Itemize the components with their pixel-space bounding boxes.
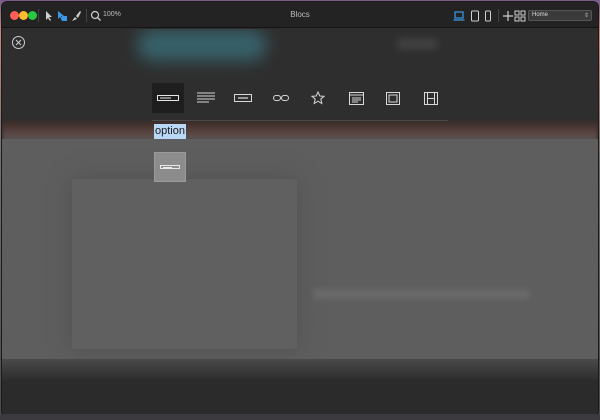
- category-button[interactable]: [227, 83, 259, 113]
- brush-icon[interactable]: [70, 10, 82, 22]
- image-icon: [386, 91, 400, 105]
- chevron-updown-icon: ⇕: [583, 13, 589, 19]
- toolbar-separator: [498, 9, 499, 22]
- minimize-window-button[interactable]: [19, 11, 28, 20]
- blurred-background: [137, 29, 267, 61]
- blurred-background: [397, 39, 437, 49]
- app-window: 100% Blocs Home ⇕ option: [2, 2, 598, 416]
- category-image[interactable]: [377, 83, 409, 113]
- tablet-icon[interactable]: [469, 10, 481, 22]
- blurred-background: [72, 179, 297, 349]
- toolbar-separator: [38, 9, 39, 22]
- toolbar-separator: [86, 9, 87, 22]
- zoom-window-button[interactable]: [28, 11, 37, 20]
- canvas-overlay: option: [2, 29, 598, 416]
- grid-icon[interactable]: [514, 10, 526, 22]
- add-icon[interactable]: [502, 10, 514, 22]
- form-field-icon: [157, 95, 179, 101]
- close-window-button[interactable]: [10, 11, 19, 20]
- page-select-value: Home: [532, 12, 549, 18]
- star-icon: [311, 91, 325, 105]
- link-icon: [273, 95, 289, 101]
- title-bar: 100% Blocs Home ⇕: [2, 2, 598, 28]
- zoom-level[interactable]: 100%: [103, 11, 121, 18]
- film-icon: [424, 91, 438, 105]
- desktop-wallpaper: [0, 414, 600, 420]
- block-category-bar: [152, 83, 448, 115]
- text-lines-icon: [197, 92, 215, 103]
- window-icon: [348, 91, 364, 105]
- blocks-icon[interactable]: [56, 10, 68, 22]
- block-option-form-field[interactable]: [154, 152, 186, 182]
- form-field-icon: [160, 165, 180, 169]
- phone-icon[interactable]: [482, 10, 494, 22]
- blurred-background: [2, 121, 598, 141]
- zoom-icon[interactable]: [90, 10, 102, 22]
- category-video[interactable]: [415, 83, 447, 113]
- category-form-field[interactable]: [152, 83, 184, 113]
- blurred-background: [314, 289, 529, 299]
- select-cursor-icon[interactable]: [43, 10, 55, 22]
- category-text[interactable]: [190, 83, 222, 113]
- page-select[interactable]: Home ⇕: [528, 10, 592, 21]
- category-window[interactable]: [340, 83, 372, 113]
- option-label[interactable]: option: [154, 124, 186, 139]
- close-overlay-button[interactable]: [12, 36, 25, 49]
- category-link[interactable]: [265, 83, 297, 113]
- blurred-background: [2, 359, 598, 416]
- button-icon: [234, 94, 252, 102]
- category-star[interactable]: [302, 83, 334, 113]
- laptop-icon[interactable]: [453, 10, 465, 22]
- category-divider: [152, 120, 448, 121]
